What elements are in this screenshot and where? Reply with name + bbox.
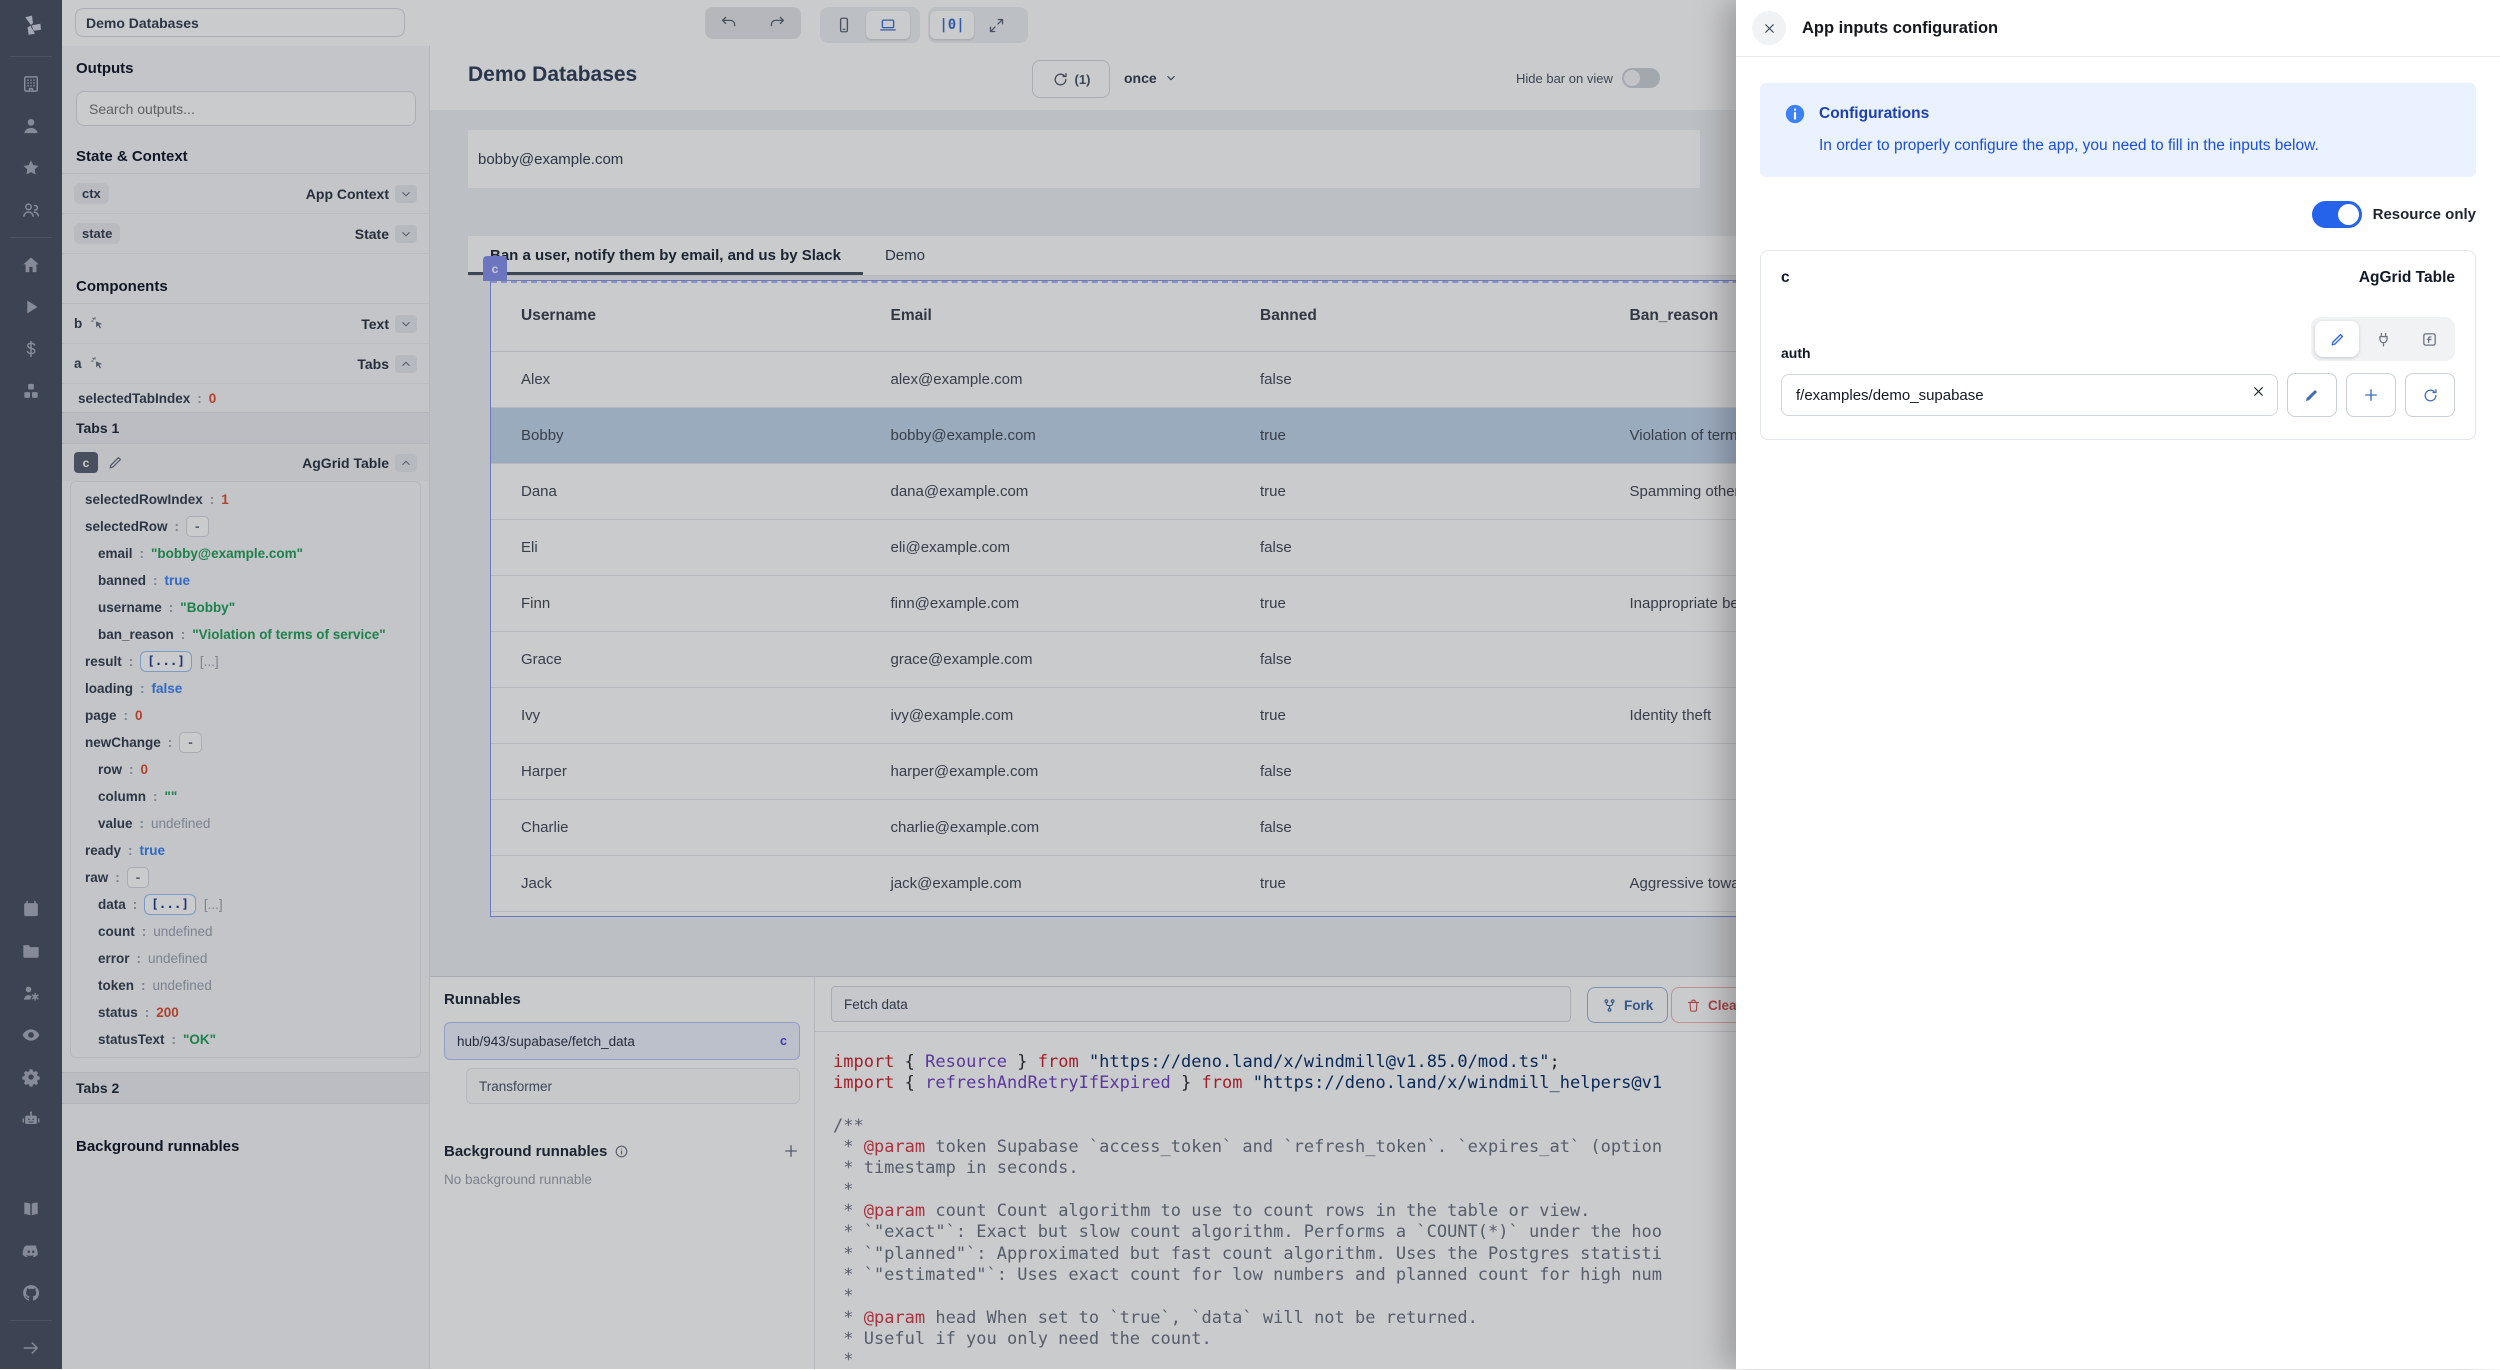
drawer-backdrop[interactable]: [0, 0, 1736, 1369]
resource-only-toggle[interactable]: [2312, 201, 2362, 228]
clear-input-icon[interactable]: [2251, 384, 2266, 399]
app-inputs-drawer: App inputs configuration Configurations …: [1736, 0, 2500, 1369]
eval-mode-button[interactable]: [2407, 321, 2451, 357]
resource-path-input[interactable]: [1781, 374, 2278, 416]
drawer-title: App inputs configuration: [1802, 19, 1998, 38]
resource-only-row: Resource only: [1760, 201, 2476, 228]
resource-only-label: Resource only: [2373, 206, 2476, 223]
configurations-info-box: Configurations In order to properly conf…: [1760, 83, 2476, 177]
auth-field-label: auth: [1781, 345, 1811, 361]
refresh-icon: [2422, 387, 2439, 404]
pencil-icon: [2329, 331, 2346, 348]
input-mode-segmented-control: [2311, 317, 2455, 361]
function-icon: [2421, 331, 2438, 348]
plug-icon: [2375, 331, 2392, 348]
refresh-resource-button[interactable]: [2405, 373, 2455, 417]
close-icon: [1762, 21, 1777, 36]
component-input-card: c AgGrid Table auth: [1760, 250, 2476, 440]
card-component-id: c: [1781, 269, 1790, 287]
info-body: In order to properly configure the app, …: [1819, 137, 2452, 155]
connect-mode-button[interactable]: [2361, 321, 2405, 357]
edit-resource-button[interactable]: [2287, 373, 2337, 417]
pencil-icon: [2303, 386, 2321, 404]
info-title: Configurations: [1819, 105, 1929, 123]
close-button[interactable]: [1752, 11, 1786, 45]
static-mode-button[interactable]: [2315, 321, 2359, 357]
add-resource-button[interactable]: [2346, 373, 2396, 417]
drawer-header: App inputs configuration: [1736, 0, 2500, 57]
info-icon: [1784, 103, 1806, 125]
card-component-type: AgGrid Table: [2359, 269, 2455, 287]
plus-icon: [2362, 386, 2380, 404]
